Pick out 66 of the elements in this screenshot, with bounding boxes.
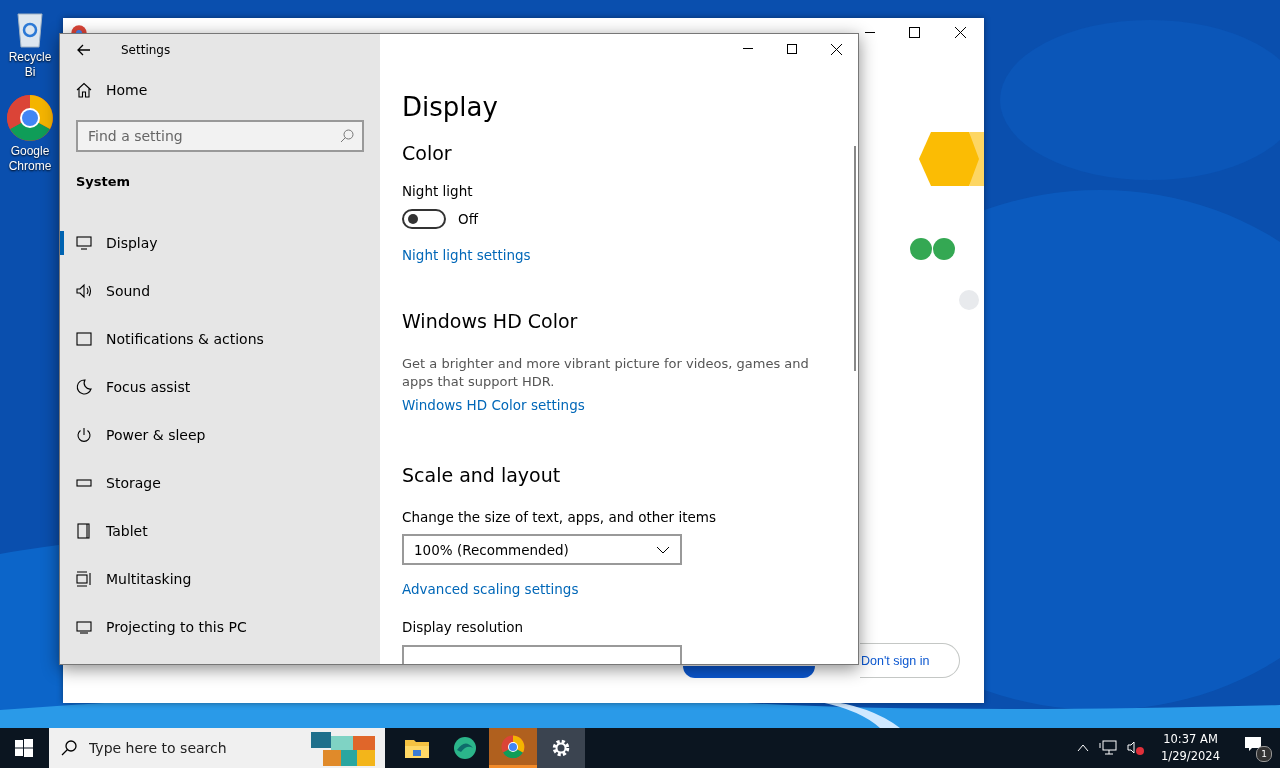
sidebar-item[interactable]: Storage	[60, 459, 380, 507]
maximize-icon[interactable]	[909, 27, 920, 38]
dont-sign-in-button[interactable]: Don't sign in	[860, 643, 960, 678]
search-icon	[340, 129, 354, 143]
sidebar-item[interactable]: Projecting to this PC	[60, 603, 380, 651]
description-text: Get a brighter and more vibrant picture for videos, games and apps that support HDR.	[402, 355, 810, 391]
window-title: Settings	[121, 43, 171, 57]
settings-link[interactable]: Night light settings	[402, 247, 531, 263]
settings-link[interactable]: Advanced scaling settings	[402, 581, 579, 597]
tablet-icon	[76, 523, 92, 539]
sidebar-item[interactable]: Focus assist	[60, 363, 380, 411]
settings-link[interactable]: Windows HD Color settings	[402, 397, 585, 413]
network-icon[interactable]	[1099, 740, 1118, 756]
folder-icon	[405, 738, 429, 758]
toggle-switch[interactable]	[402, 209, 446, 229]
home-icon	[76, 82, 92, 98]
close-icon[interactable]	[955, 27, 966, 38]
page-title: Display	[402, 91, 499, 123]
sidebar-item[interactable]: Tablet	[60, 507, 380, 555]
maximize-icon[interactable]	[787, 44, 797, 54]
display-icon	[76, 235, 92, 251]
chevron-up-icon[interactable]	[1077, 744, 1090, 752]
browser-icon	[453, 736, 477, 760]
clock-date[interactable]: 1/29/2024	[1161, 748, 1220, 765]
scale-dropdown[interactable]: 100% (Recommended)	[402, 534, 682, 565]
search-icon	[61, 740, 77, 756]
section-heading: Scale and layout	[402, 463, 562, 487]
settings-icon	[551, 738, 571, 758]
projecting-icon	[76, 619, 92, 635]
close-icon[interactable]	[831, 43, 842, 55]
minimize-icon[interactable]	[865, 32, 875, 34]
sidebar-item[interactable]: Sound	[60, 267, 380, 315]
settings-taskbar-button[interactable]	[537, 728, 585, 768]
sidebar-item[interactable]: Notifications & actions	[60, 315, 380, 363]
clock-time[interactable]: 10:37 AM	[1163, 731, 1218, 748]
setting-label: Night light	[402, 183, 474, 199]
search-field[interactable]: Find a setting	[76, 120, 364, 152]
sidebar-item[interactable]: Display	[60, 219, 380, 267]
section-heading: Color	[402, 141, 453, 165]
notification-count: 1	[1256, 746, 1272, 762]
desktop-icon-label[interactable]: Recycle Bi	[2, 50, 58, 80]
sidebar-item[interactable]: Power & sleep	[60, 411, 380, 459]
setting-label: Change the size of text, apps, and other items	[402, 509, 717, 525]
home-nav-item[interactable]: Home	[60, 74, 380, 106]
back-arrow-icon[interactable]	[77, 44, 91, 56]
windows-start-icon[interactable]	[15, 739, 33, 757]
notifications-icon	[76, 331, 92, 347]
sound-icon	[76, 283, 92, 299]
multitasking-icon	[76, 571, 92, 587]
section-heading: System	[75, 173, 132, 191]
desktop-icon-label[interactable]: Google Chrome	[2, 144, 58, 174]
sidebar-item[interactable]: Multitasking	[60, 555, 380, 603]
focus-icon	[76, 379, 92, 395]
chevron-icon	[656, 545, 670, 554]
muted-speaker-icon[interactable]	[1127, 740, 1146, 756]
section-heading: Windows HD Color	[402, 309, 579, 333]
toggle-state: Off	[458, 211, 478, 227]
sign-in-button[interactable]	[683, 666, 815, 678]
setting-label: Display resolution	[402, 619, 525, 635]
power-icon	[76, 427, 92, 443]
action-center-icon[interactable]	[1244, 736, 1262, 752]
chrome-icon	[501, 734, 525, 759]
minimize-icon[interactable]	[743, 48, 753, 50]
puzzle-drawing	[311, 730, 375, 766]
chrome-icon[interactable]	[6, 94, 54, 142]
scrollbar[interactable]	[854, 146, 856, 371]
